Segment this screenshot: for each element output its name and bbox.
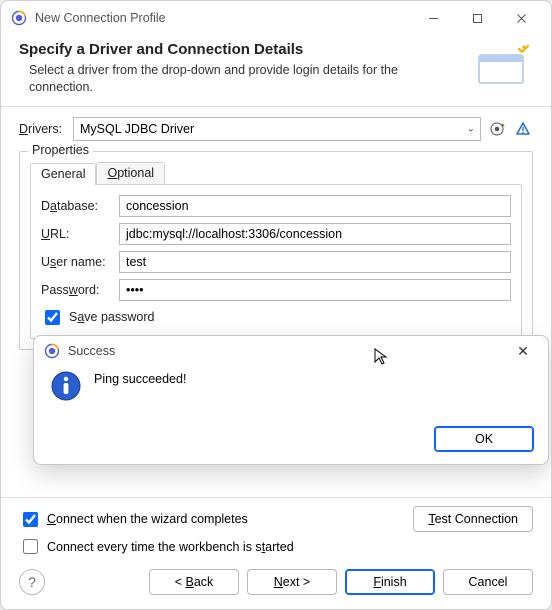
connect-on-start-input[interactable]	[23, 539, 38, 554]
properties-group: Properties General Optional Database: UR…	[19, 151, 533, 350]
page-title: Specify a Driver and Connection Details	[19, 41, 463, 58]
drivers-row: Drivers: ⌄	[19, 117, 533, 141]
url-label: URL:	[41, 227, 119, 241]
save-password-input[interactable]	[45, 310, 60, 325]
dialog-titlebar: Success ✕	[34, 336, 548, 366]
save-password-checkbox[interactable]: Save password	[41, 307, 511, 328]
dialog-ok-button[interactable]: OK	[434, 426, 534, 452]
username-label: User name:	[41, 255, 119, 269]
url-input[interactable]	[119, 223, 511, 245]
connect-on-complete-checkbox[interactable]: Connect when the wizard completes	[19, 509, 248, 530]
minimize-button[interactable]	[411, 3, 455, 33]
finish-button[interactable]: Finish	[345, 569, 435, 595]
info-icon	[50, 370, 82, 402]
connect-on-start-checkbox[interactable]: Connect every time the workbench is star…	[19, 536, 294, 557]
wizard-header: Specify a Driver and Connection Details …	[1, 35, 551, 107]
test-connection-button[interactable]: Test Connection	[413, 506, 533, 532]
help-button[interactable]: ?	[19, 569, 45, 595]
page-description: Select a driver from the drop-down and p…	[19, 62, 409, 96]
wizard-banner-icon	[473, 41, 533, 89]
tab-general-panel: Database: URL: User name: Password:	[30, 184, 522, 339]
maximize-button[interactable]	[455, 3, 499, 33]
close-button[interactable]	[499, 3, 543, 33]
success-dialog: Success ✕ Ping succeeded! OK	[33, 335, 549, 465]
connect-on-complete-input[interactable]	[23, 512, 38, 527]
username-input[interactable]	[119, 251, 511, 273]
titlebar: New Connection Profile	[1, 1, 551, 35]
separator	[1, 497, 551, 498]
dialog-close-button[interactable]: ✕	[508, 343, 538, 360]
dialog-title: Success	[68, 344, 115, 358]
window-title: New Connection Profile	[35, 11, 166, 25]
drivers-select[interactable]	[73, 117, 481, 141]
app-icon	[44, 343, 60, 359]
dialog-message: Ping succeeded!	[94, 370, 186, 386]
wizard-window: New Connection Profile Specify a Driver …	[0, 0, 552, 610]
database-input[interactable]	[119, 195, 511, 217]
properties-legend: Properties	[28, 143, 93, 157]
password-input[interactable]	[119, 279, 511, 301]
warning-driver-button[interactable]	[513, 119, 533, 139]
wizard-footer: Connect when the wizard completes Test C…	[1, 483, 551, 609]
tab-optional[interactable]: Optional	[96, 162, 165, 184]
next-button[interactable]: Next >	[247, 569, 337, 595]
tab-general[interactable]: General	[30, 163, 96, 185]
database-label: Database:	[41, 199, 119, 213]
password-label: Password:	[41, 283, 119, 297]
back-button[interactable]: < Back	[149, 569, 239, 595]
drivers-label: Drivers:	[19, 122, 67, 136]
cancel-button[interactable]: Cancel	[443, 569, 533, 595]
edit-driver-button[interactable]	[487, 119, 507, 139]
app-icon	[11, 10, 27, 26]
